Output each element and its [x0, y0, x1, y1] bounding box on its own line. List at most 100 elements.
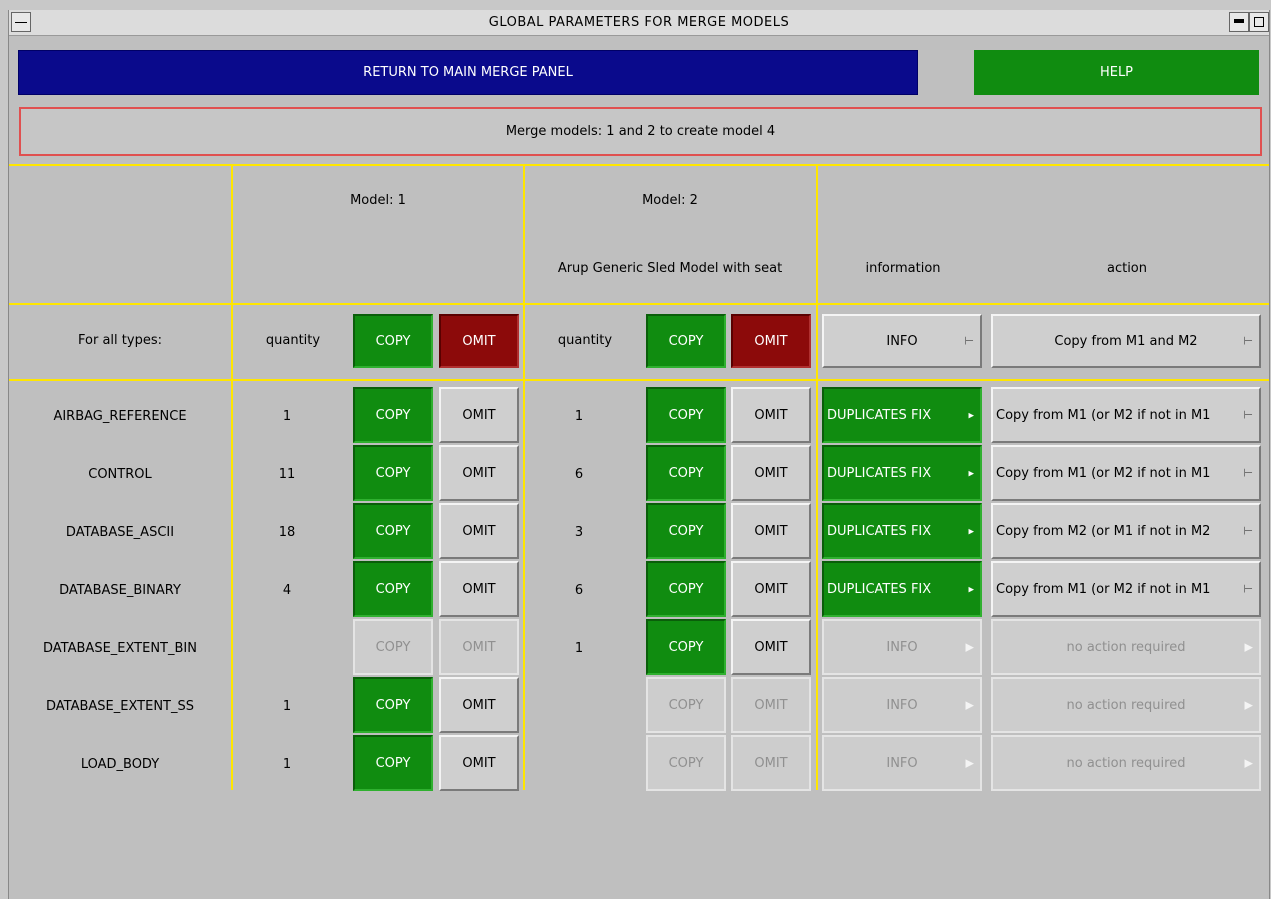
m1-copy-button[interactable]: COPY [353, 735, 433, 791]
flag-icon: ▸ [968, 582, 974, 596]
m2-copy-button[interactable]: COPY [646, 387, 726, 443]
info-dropdown[interactable]: DUPLICATES FIX ▸ [822, 387, 982, 443]
flag-icon: ⊢ [1243, 524, 1253, 538]
m2-copy-button[interactable]: COPY [646, 619, 726, 675]
info-dropdown[interactable]: INFO ▶ [822, 677, 982, 733]
m2-copy-button[interactable]: COPY [646, 677, 726, 733]
m2-omit-button[interactable]: OMIT [731, 619, 811, 675]
action-dropdown[interactable]: no action required ▶ [991, 735, 1261, 791]
information-header: information [865, 261, 941, 276]
m1-copy-button[interactable]: COPY [353, 387, 433, 443]
m2-omit-button[interactable]: OMIT [731, 735, 811, 791]
flag-icon: ▶ [1244, 640, 1253, 654]
m1-omit-button[interactable]: OMIT [439, 561, 519, 617]
info-label: INFO [886, 755, 918, 771]
m1-omit-button[interactable]: OMIT [439, 503, 519, 559]
row-type-name: CONTROL [88, 467, 152, 482]
grid-line-mid [9, 303, 1269, 305]
action-dropdown[interactable]: Copy from M1 (or M2 if not in M1 ⊢ [991, 387, 1261, 443]
info-dropdown[interactable]: INFO ▶ [822, 735, 982, 791]
m2-copy-button[interactable]: COPY [646, 735, 726, 791]
m2-omit-button[interactable]: OMIT [731, 387, 811, 443]
row-type-name: AIRBAG_REFERENCE [53, 409, 187, 424]
minimize-button[interactable] [1229, 12, 1249, 32]
merge-parameters-window: GLOBAL PARAMETERS FOR MERGE MODELS RETUR… [8, 10, 1270, 899]
m1-omit-all-button[interactable]: OMIT [439, 314, 519, 368]
m1-omit-button[interactable]: OMIT [439, 445, 519, 501]
row-type-name: DATABASE_EXTENT_BIN [43, 641, 197, 656]
info-all-label: INFO [886, 333, 918, 349]
m1-omit-button[interactable]: OMIT [439, 735, 519, 791]
row-type-name: DATABASE_ASCII [65, 525, 175, 540]
flag-icon: ⊢ [1243, 582, 1253, 596]
row-type-name: DATABASE_BINARY [59, 583, 181, 598]
info-dropdown[interactable]: DUPLICATES FIX ▸ [822, 503, 982, 559]
flag-icon: ⊢ [964, 334, 974, 348]
m1-quantity: 1 [282, 409, 292, 424]
m1-copy-button[interactable]: COPY [353, 619, 433, 675]
return-to-main-merge-panel-button[interactable]: RETURN TO MAIN MERGE PANEL [18, 50, 918, 95]
m1-copy-button[interactable]: COPY [353, 561, 433, 617]
action-dropdown[interactable]: no action required ▶ [991, 677, 1261, 733]
m2-omit-button[interactable]: OMIT [731, 445, 811, 501]
m1-omit-button[interactable]: OMIT [439, 677, 519, 733]
m2-quantity: 6 [574, 583, 584, 598]
flag-icon: ▸ [968, 524, 974, 538]
m2-copy-button[interactable]: COPY [646, 445, 726, 501]
info-dropdown[interactable]: DUPLICATES FIX ▸ [822, 445, 982, 501]
info-label: INFO [886, 639, 918, 655]
m2-quantity-label: quantity [557, 333, 613, 348]
merge-status-message: Merge models: 1 and 2 to create model 4 [19, 107, 1262, 156]
m2-omit-button[interactable]: OMIT [731, 561, 811, 617]
action-dropdown[interactable]: Copy from M1 (or M2 if not in M1 ⊢ [991, 561, 1261, 617]
maximize-button[interactable] [1249, 12, 1269, 32]
grid-line-rows [9, 379, 1269, 381]
action-dropdown[interactable]: Copy from M2 (or M1 if not in M2 ⊢ [991, 503, 1261, 559]
m1-copy-button[interactable]: COPY [353, 445, 433, 501]
action-label: no action required [1066, 639, 1186, 655]
m2-quantity: 1 [574, 641, 584, 656]
info-label: DUPLICATES FIX [827, 581, 932, 597]
action-label: no action required [1066, 697, 1186, 713]
m1-quantity: 1 [282, 699, 292, 714]
action-header: action [1106, 261, 1147, 276]
m2-omit-all-button[interactable]: OMIT [731, 314, 811, 368]
flag-icon: ▶ [965, 640, 974, 654]
model2-title: Model: 2 [642, 193, 698, 208]
m1-quantity: 11 [278, 467, 296, 482]
action-dropdown[interactable]: Copy from M1 (or M2 if not in M1 ⊢ [991, 445, 1261, 501]
window-title: GLOBAL PARAMETERS FOR MERGE MODELS [488, 15, 790, 30]
flag-icon: ▸ [968, 466, 974, 480]
help-button[interactable]: HELP [974, 50, 1259, 95]
m1-omit-button[interactable]: OMIT [439, 619, 519, 675]
flag-icon: ⊢ [1243, 408, 1253, 422]
action-dropdown[interactable]: no action required ▶ [991, 619, 1261, 675]
m2-quantity: 3 [574, 525, 584, 540]
info-all-dropdown[interactable]: INFO ⊢ [822, 314, 982, 368]
info-label: DUPLICATES FIX [827, 465, 932, 481]
m1-copy-button[interactable]: COPY [353, 677, 433, 733]
m2-quantity: 6 [574, 467, 584, 482]
m2-omit-button[interactable]: OMIT [731, 503, 811, 559]
action-all-dropdown[interactable]: Copy from M1 and M2 ⊢ [991, 314, 1261, 368]
action-label: Copy from M1 (or M2 if not in M1 [996, 581, 1211, 597]
info-label: DUPLICATES FIX [827, 523, 932, 539]
m2-copy-button[interactable]: COPY [646, 561, 726, 617]
m1-copy-button[interactable]: COPY [353, 503, 433, 559]
m2-omit-button[interactable]: OMIT [731, 677, 811, 733]
info-dropdown[interactable]: INFO ▶ [822, 619, 982, 675]
info-label: DUPLICATES FIX [827, 407, 932, 423]
m2-copy-button[interactable]: COPY [646, 503, 726, 559]
title-bar: GLOBAL PARAMETERS FOR MERGE MODELS [9, 10, 1269, 36]
m1-omit-button[interactable]: OMIT [439, 387, 519, 443]
grid-line-col3 [816, 164, 818, 790]
flag-icon: ▶ [965, 698, 974, 712]
info-dropdown[interactable]: DUPLICATES FIX ▸ [822, 561, 982, 617]
flag-icon: ▶ [1244, 756, 1253, 770]
m1-copy-all-button[interactable]: COPY [353, 314, 433, 368]
model2-name: Arup Generic Sled Model with seat [557, 261, 783, 276]
info-label: INFO [886, 697, 918, 713]
row-type-name: LOAD_BODY [80, 757, 160, 772]
m2-copy-all-button[interactable]: COPY [646, 314, 726, 368]
m2-quantity: 1 [574, 409, 584, 424]
